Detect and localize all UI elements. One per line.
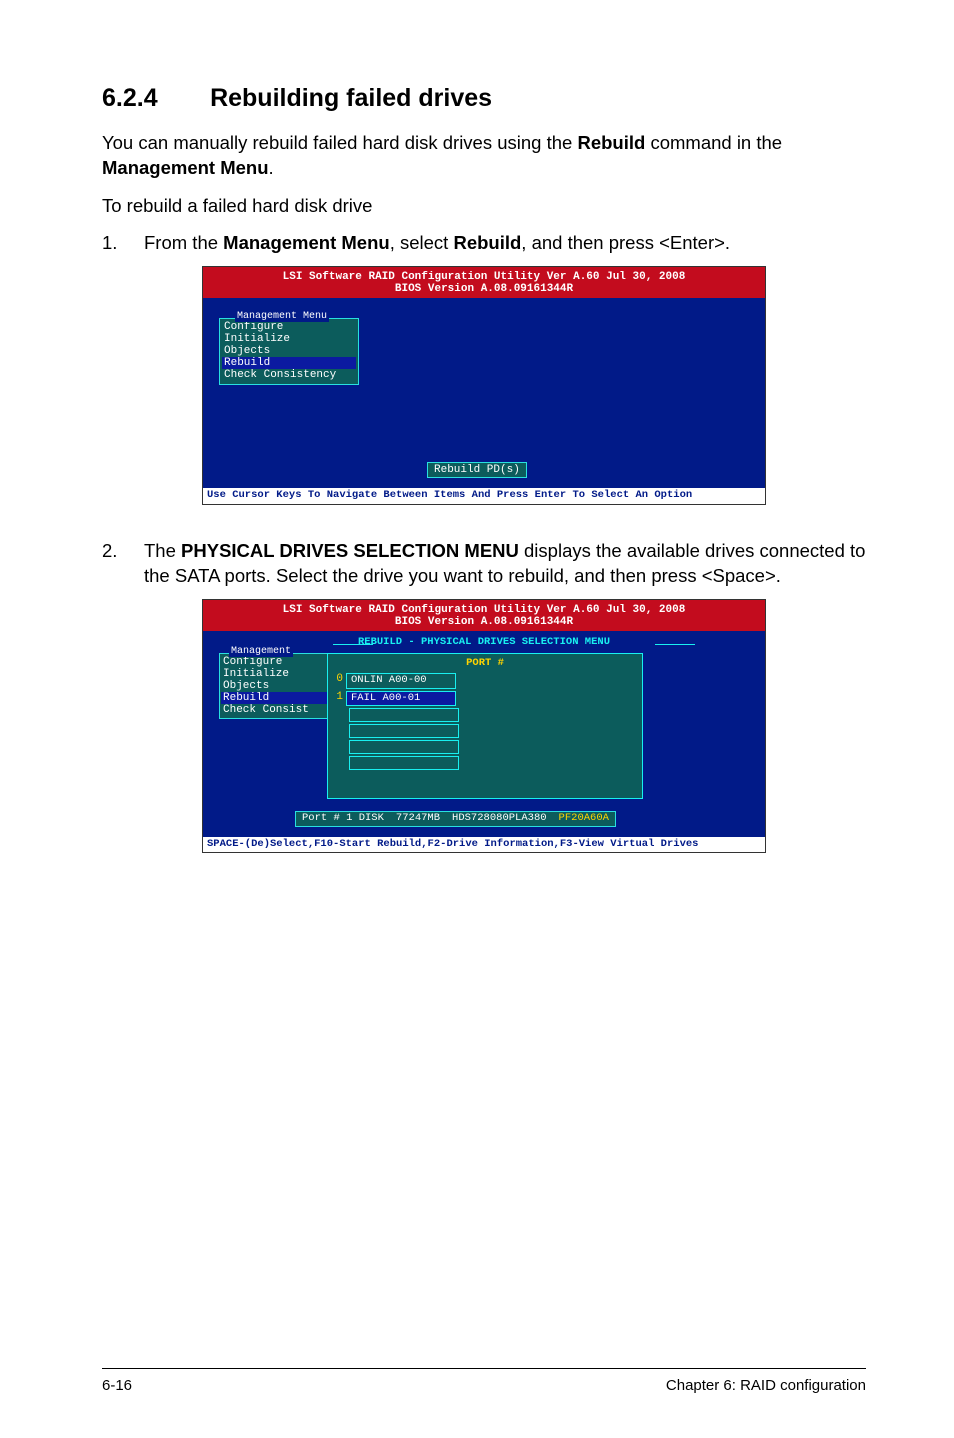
bios-header-line2: BIOS Version A.08.09161344R <box>211 283 757 295</box>
heading-title: Rebuilding failed drives <box>210 84 492 112</box>
bios-header: LSI Software RAID Configuration Utility … <box>203 267 765 298</box>
drive-slot-empty <box>349 724 459 738</box>
bios-header-line2: BIOS Version A.08.09161344R <box>211 616 757 628</box>
step-body: From the Management Menu, select Rebuild… <box>144 231 866 256</box>
intro-line: To rebuild a failed hard disk drive <box>102 195 866 217</box>
menu-item-configure[interactable]: Configure <box>224 321 354 333</box>
info-size: 77247MB <box>396 813 440 825</box>
bios-footer: Use Cursor Keys To Navigate Between Item… <box>203 488 765 504</box>
port-header: PORT # <box>332 658 638 670</box>
menu-item-check-consistency[interactable]: Check Consistency <box>224 369 354 381</box>
page-footer: 6-16 Chapter 6: RAID configuration <box>102 1368 866 1394</box>
menu-item-objects[interactable]: Objects <box>224 345 354 357</box>
management-menu-title: Management Menu <box>235 311 329 322</box>
menu-item-rebuild[interactable]: Rebuild <box>222 357 356 369</box>
drive-slot-empty <box>349 708 459 722</box>
bios-body: REBUILD - PHYSICAL DRIVES SELECTION MENU… <box>203 631 765 837</box>
step-1: 1. From the Management Menu, select Rebu… <box>102 231 866 256</box>
menu-item-objects[interactable]: Objects <box>223 680 325 692</box>
drive-slot-empty <box>349 740 459 754</box>
management-menu-box[interactable]: Management Menu Configure Initialize Obj… <box>219 318 359 384</box>
management-menu: Management Menu Configure Initialize Obj… <box>219 318 359 384</box>
management-menu-box[interactable]: Management Configure Initialize Objects … <box>219 653 329 719</box>
selection-menu-title: REBUILD - PHYSICAL DRIVES SELECTION MENU <box>213 637 755 649</box>
step-number: 1. <box>102 231 144 256</box>
drive-info-bar: Port # 1 DISK 77247MB HDS728080PLA380 PF… <box>295 811 616 827</box>
screenshot-drive-selection: LSI Software RAID Configuration Utility … <box>202 599 766 854</box>
bios-body: Management Menu Configure Initialize Obj… <box>203 298 765 488</box>
chapter-title: Chapter 6: RAID configuration <box>666 1377 866 1394</box>
page-number: 6-16 <box>102 1377 132 1394</box>
drive-status: ONLIN A00-00 <box>346 673 456 689</box>
bios-header: LSI Software RAID Configuration Utility … <box>203 600 765 631</box>
management-menu-title: Management <box>229 646 293 657</box>
heading-number: 6.2.4 <box>102 84 158 112</box>
hint-rebuild-pd: Rebuild PD(s) <box>427 462 527 478</box>
step-number: 2. <box>102 539 144 589</box>
menu-item-initialize[interactable]: Initialize <box>223 668 325 680</box>
menu-item-check-consist[interactable]: Check Consist <box>223 704 325 716</box>
step-2: 2. The PHYSICAL DRIVES SELECTION MENU di… <box>102 539 866 589</box>
drive-index: 1 <box>332 691 346 707</box>
drive-selection-panel: PORT # 0 ONLIN A00-00 1 FAIL A00-01 <box>327 653 643 799</box>
menu-item-initialize[interactable]: Initialize <box>224 333 354 345</box>
info-firmware: PF20A60A <box>559 813 609 825</box>
menu-item-rebuild[interactable]: Rebuild <box>221 692 327 704</box>
management-menu: Management Configure Initialize Objects … <box>219 653 329 719</box>
lead-paragraph: You can manually rebuild failed hard dis… <box>102 131 866 181</box>
drive-status: FAIL A00-01 <box>346 691 456 707</box>
drive-slot-empty <box>349 756 459 770</box>
screenshot-management-menu: LSI Software RAID Configuration Utility … <box>202 266 766 505</box>
info-port: Port # 1 DISK <box>302 813 384 825</box>
section-heading: 6.2.4 Rebuilding failed drives <box>102 84 866 113</box>
menu-item-configure[interactable]: Configure <box>223 656 325 668</box>
drive-index: 0 <box>332 673 346 689</box>
step-body: The PHYSICAL DRIVES SELECTION MENU displ… <box>144 539 866 589</box>
drive-row-1[interactable]: 1 FAIL A00-01 <box>332 691 638 707</box>
bios-header-line1: LSI Software RAID Configuration Utility … <box>283 271 686 283</box>
bios-header-line1: LSI Software RAID Configuration Utility … <box>283 604 686 616</box>
drive-row-0[interactable]: 0 ONLIN A00-00 <box>332 673 638 689</box>
info-model: HDS728080PLA380 <box>452 813 547 825</box>
bios-footer: SPACE-(De)Select,F10-Start Rebuild,F2-Dr… <box>203 837 765 853</box>
